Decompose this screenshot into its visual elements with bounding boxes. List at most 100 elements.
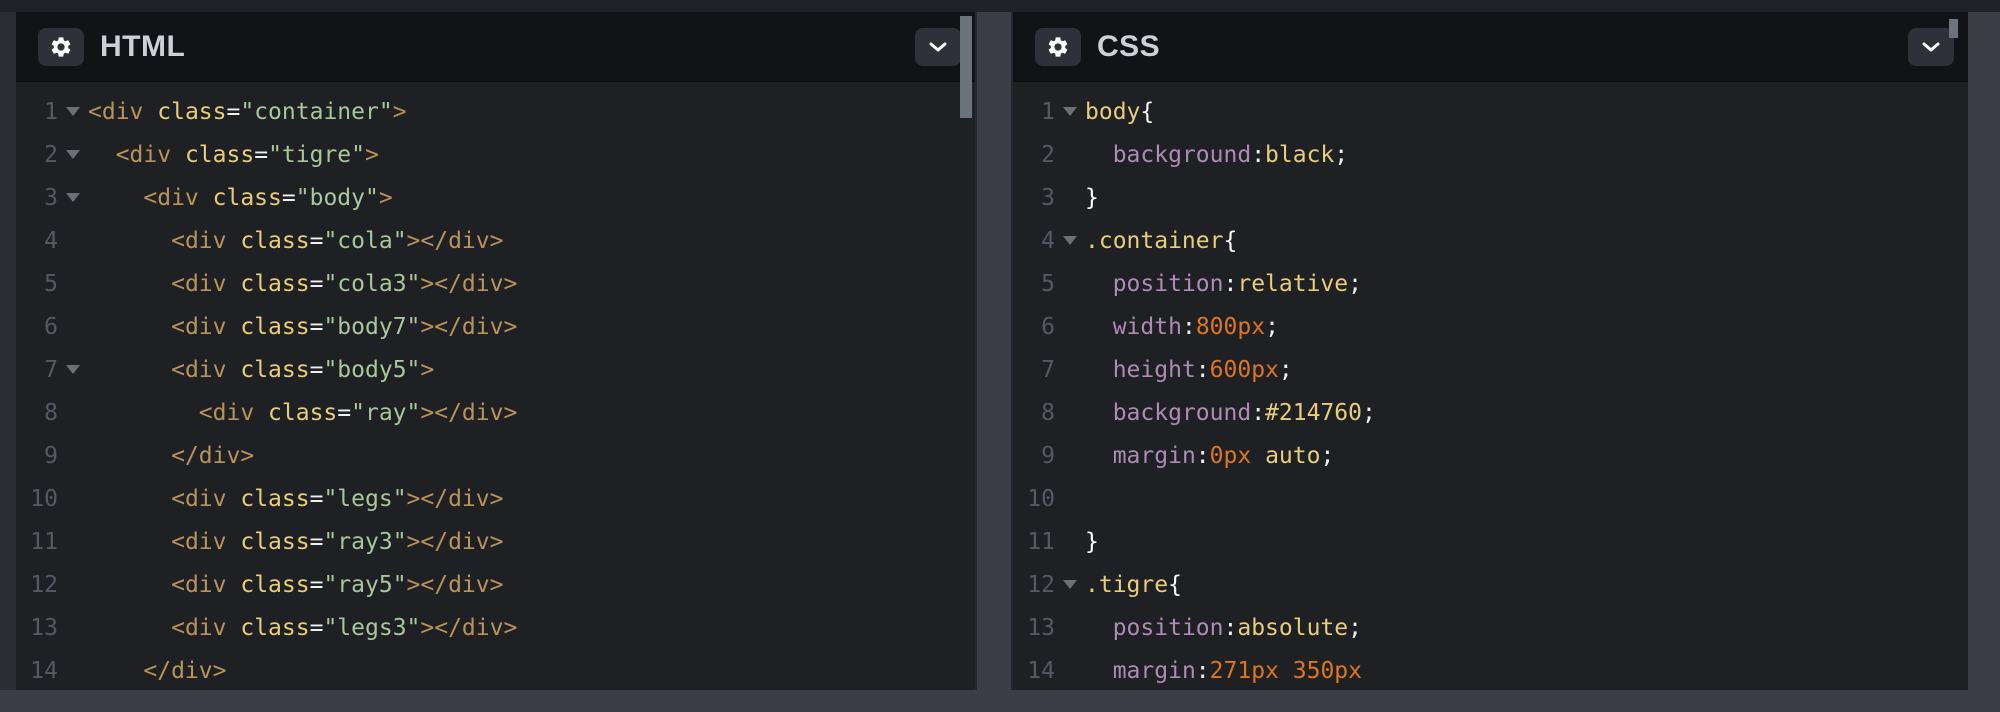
css-code-editor[interactable]: 1body{2 background:black;3}4.container{5… xyxy=(1013,82,1968,690)
line-number: 11 xyxy=(16,529,58,555)
code-line[interactable]: 2 <div class="tigre"> xyxy=(16,133,975,176)
code-line[interactable]: 13 position:absolute; xyxy=(1013,606,1968,649)
code-line-text: .tigre{ xyxy=(1085,572,1182,598)
line-number: 10 xyxy=(16,486,58,512)
code-line-text: <div class="cola"></div> xyxy=(88,228,503,254)
html-code-editor[interactable]: 1<div class="container">2 <div class="ti… xyxy=(16,82,975,690)
fold-arrow-icon[interactable] xyxy=(1055,107,1085,116)
html-panel: HTML 1<div class="container">2 <div clas… xyxy=(16,12,975,690)
html-panel-header: HTML xyxy=(16,12,975,82)
line-number: 7 xyxy=(16,357,58,383)
css-settings-button[interactable] xyxy=(1035,28,1081,66)
code-line[interactable]: 4 <div class="cola"></div> xyxy=(16,219,975,262)
code-line[interactable]: 7 height:600px; xyxy=(1013,348,1968,391)
code-line[interactable]: 9 </div> xyxy=(16,434,975,477)
code-line[interactable]: 12 <div class="ray5"></div> xyxy=(16,563,975,606)
code-line[interactable]: 8 <div class="ray"></div> xyxy=(16,391,975,434)
panel-resize-gutter[interactable] xyxy=(975,12,1013,690)
code-line[interactable]: 6 width:800px; xyxy=(1013,305,1968,348)
code-line-text: } xyxy=(1085,529,1099,555)
code-line-text: position:relative; xyxy=(1085,271,1362,297)
css-scrollbar-thumb[interactable] xyxy=(1949,19,1958,38)
line-number: 14 xyxy=(16,658,58,684)
line-number: 3 xyxy=(16,185,58,211)
code-line-text: width:800px; xyxy=(1085,314,1279,340)
line-number: 3 xyxy=(1013,185,1055,211)
code-line-text: background:black; xyxy=(1085,142,1348,168)
html-collapse-button[interactable] xyxy=(915,28,961,66)
fold-arrow-icon[interactable] xyxy=(58,365,88,374)
code-line-text: margin:271px 350px xyxy=(1085,658,1362,684)
line-number: 14 xyxy=(1013,658,1055,684)
code-line-text: <div class="legs3"></div> xyxy=(88,615,517,641)
line-number: 8 xyxy=(1013,400,1055,426)
line-number: 5 xyxy=(16,271,58,297)
line-number: 9 xyxy=(16,443,58,469)
code-line[interactable]: 11 <div class="ray3"></div> xyxy=(16,520,975,563)
code-line-text: </div> xyxy=(88,658,226,684)
fold-arrow-icon[interactable] xyxy=(58,193,88,202)
code-line-text: <div class="ray"></div> xyxy=(88,400,517,426)
code-line[interactable]: 5 position:relative; xyxy=(1013,262,1968,305)
code-line[interactable]: 14 </div> xyxy=(16,649,975,690)
code-line[interactable]: 8 background:#214760; xyxy=(1013,391,1968,434)
code-line[interactable]: 3 <div class="body"> xyxy=(16,176,975,219)
chevron-down-icon xyxy=(926,35,950,59)
code-line[interactable]: 12 .tigre{ xyxy=(1013,563,1968,606)
line-number: 4 xyxy=(16,228,58,254)
bottom-bar xyxy=(0,690,2000,712)
code-line[interactable]: 6 <div class="body7"></div> xyxy=(16,305,975,348)
fold-arrow-icon[interactable] xyxy=(58,107,88,116)
css-panel-header: CSS xyxy=(1013,12,1968,82)
code-line-text: <div class="tigre"> xyxy=(88,142,379,168)
line-number: 6 xyxy=(16,314,58,340)
code-line-text: <div class="body"> xyxy=(88,185,393,211)
line-number: 10 xyxy=(1013,486,1055,512)
code-line[interactable]: 3} xyxy=(1013,176,1968,219)
code-line[interactable]: 4.container{ xyxy=(1013,219,1968,262)
code-line-text: <div class="container"> xyxy=(88,99,407,125)
line-number: 4 xyxy=(1013,228,1055,254)
code-line-text: } xyxy=(1085,185,1099,211)
code-line-text: <div class="legs"></div> xyxy=(88,486,503,512)
code-line[interactable]: 2 background:black; xyxy=(1013,133,1968,176)
code-line[interactable]: 10 xyxy=(1013,477,1968,520)
code-line-text: <div class="body5"> xyxy=(88,357,434,383)
code-line[interactable]: 5 <div class="cola3"></div> xyxy=(16,262,975,305)
line-number: 5 xyxy=(1013,271,1055,297)
css-panel-title: CSS xyxy=(1097,30,1160,64)
html-scrollbar-thumb[interactable] xyxy=(960,16,972,118)
css-collapse-button[interactable] xyxy=(1908,28,1954,66)
line-number: 9 xyxy=(1013,443,1055,469)
line-number: 2 xyxy=(1013,142,1055,168)
fold-arrow-icon[interactable] xyxy=(1055,580,1085,589)
line-number: 8 xyxy=(16,400,58,426)
code-line[interactable]: 1<div class="container"> xyxy=(16,90,975,133)
code-line-text: <div class="body7"></div> xyxy=(88,314,517,340)
code-line-text: <div class="ray3"></div> xyxy=(88,529,503,555)
code-line[interactable]: 11} xyxy=(1013,520,1968,563)
line-number: 2 xyxy=(16,142,58,168)
line-number: 12 xyxy=(1013,572,1055,598)
css-panel: CSS 1body{2 background:black;3}4.contain… xyxy=(1013,12,1968,690)
code-line[interactable]: 10 <div class="legs"></div> xyxy=(16,477,975,520)
top-strip xyxy=(0,0,2000,12)
line-number: 13 xyxy=(1013,615,1055,641)
code-line[interactable]: 9 margin:0px auto; xyxy=(1013,434,1968,477)
code-line[interactable]: 13 <div class="legs3"></div> xyxy=(16,606,975,649)
html-panel-title: HTML xyxy=(100,30,185,64)
code-line-text: margin:0px auto; xyxy=(1085,443,1334,469)
code-line[interactable]: 1 body{ xyxy=(1013,90,1968,133)
code-line-text: height:600px; xyxy=(1085,357,1293,383)
code-line-text: </div> xyxy=(88,443,254,469)
line-number: 7 xyxy=(1013,357,1055,383)
code-line[interactable]: 7 <div class="body5"> xyxy=(16,348,975,391)
line-number: 1 xyxy=(1013,99,1055,125)
fold-arrow-icon[interactable] xyxy=(58,150,88,159)
line-number: 13 xyxy=(16,615,58,641)
fold-arrow-icon[interactable] xyxy=(1055,236,1085,245)
code-line-text: body{ xyxy=(1085,99,1154,125)
code-line[interactable]: 14 margin:271px 350px xyxy=(1013,649,1968,690)
html-settings-button[interactable] xyxy=(38,28,84,66)
code-editor-workspace: HTML 1<div class="container">2 <div clas… xyxy=(0,0,2000,712)
